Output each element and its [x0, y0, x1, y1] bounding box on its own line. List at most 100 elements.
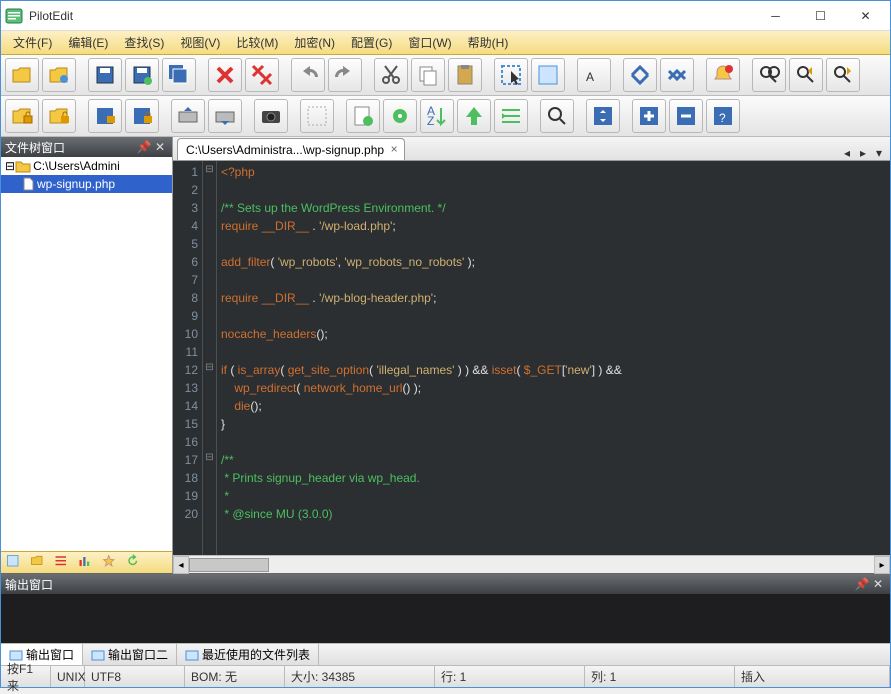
open-folder-button[interactable] — [42, 58, 76, 92]
code-line[interactable] — [221, 343, 886, 361]
search-button[interactable] — [540, 99, 574, 133]
fold-marker[interactable]: ⊟ — [203, 161, 216, 179]
tree-root[interactable]: ⊟ C:\Users\Admini — [1, 157, 172, 175]
lock-open-button[interactable] — [5, 99, 39, 133]
undo-button[interactable] — [291, 58, 325, 92]
find-button[interactable] — [752, 58, 786, 92]
v-expand-button[interactable] — [586, 99, 620, 133]
delete-button[interactable] — [208, 58, 242, 92]
code-line[interactable]: } — [221, 415, 886, 433]
tab-prev-icon[interactable]: ◂ — [840, 146, 854, 160]
doc-gear-button[interactable] — [346, 99, 380, 133]
expand-button[interactable] — [623, 58, 657, 92]
scroll-left-icon[interactable]: ◂ — [173, 556, 189, 574]
fold-marker[interactable]: ⊟ — [203, 449, 216, 467]
gear-button[interactable] — [383, 99, 417, 133]
tab-close-icon[interactable]: × — [388, 143, 400, 155]
select-button[interactable] — [494, 58, 528, 92]
code-line[interactable] — [221, 181, 886, 199]
menu-item-7[interactable]: 窗口(W) — [400, 31, 459, 54]
code-line[interactable]: <?php — [221, 163, 886, 181]
menu-item-5[interactable]: 加密(N) — [286, 31, 343, 54]
server-save-button[interactable] — [125, 99, 159, 133]
tree-file[interactable]: wp-signup.php — [1, 175, 172, 193]
horizontal-scrollbar[interactable]: ◂ ▸ — [173, 555, 890, 573]
code-line[interactable] — [221, 235, 886, 253]
server-sync-button[interactable] — [171, 99, 205, 133]
menu-item-3[interactable]: 视图(V) — [172, 31, 228, 54]
code-line[interactable]: die(); — [221, 397, 886, 415]
fold-marker[interactable]: ⊟ — [203, 359, 216, 377]
save-button[interactable] — [88, 58, 122, 92]
copy-button[interactable] — [411, 58, 445, 92]
find-prev-button[interactable] — [789, 58, 823, 92]
bottom-tab-1[interactable]: 输出窗口二 — [83, 644, 177, 666]
code-content[interactable]: <?php /** Sets up the WordPress Environm… — [217, 161, 890, 555]
menu-item-4[interactable]: 比较(M) — [228, 31, 286, 54]
close-button[interactable]: ✕ — [843, 2, 888, 30]
paste-button[interactable] — [448, 58, 482, 92]
code-line[interactable]: require __DIR__ . '/wp-blog-header.php'; — [221, 289, 886, 307]
code-line[interactable] — [221, 307, 886, 325]
sort-az-button[interactable]: AZ — [420, 99, 454, 133]
chart-button[interactable] — [77, 554, 97, 572]
code-line[interactable] — [221, 271, 886, 289]
up-button[interactable] — [457, 99, 491, 133]
collapse-button[interactable] — [660, 58, 694, 92]
tab-menu-icon[interactable]: ▾ — [872, 146, 886, 160]
menu-item-0[interactable]: 文件(F) — [5, 31, 60, 54]
output-pin-icon[interactable]: 📌 — [854, 576, 870, 592]
code-line[interactable]: * @since MU (3.0.0) — [221, 505, 886, 523]
code-line[interactable]: * — [221, 487, 886, 505]
bottom-tab-2[interactable]: 最近使用的文件列表 — [177, 644, 319, 666]
output-body[interactable] — [1, 594, 890, 643]
tool1-button[interactable] — [300, 99, 334, 133]
code-line[interactable] — [221, 433, 886, 451]
file-tree[interactable]: ⊟ C:\Users\Admini wp-signup.php — [1, 157, 172, 551]
code-line[interactable]: /** Sets up the WordPress Environment. *… — [221, 199, 886, 217]
cut-button[interactable] — [374, 58, 408, 92]
font-button[interactable]: A — [577, 58, 611, 92]
save-all-button[interactable] — [162, 58, 196, 92]
folder-view-button[interactable] — [29, 554, 49, 572]
server-sync2-button[interactable] — [208, 99, 242, 133]
maximize-button[interactable]: ☐ — [798, 2, 843, 30]
menu-item-6[interactable]: 配置(G) — [343, 31, 400, 54]
code-line[interactable]: wp_redirect( network_home_url() ); — [221, 379, 886, 397]
panel-close-icon[interactable]: ✕ — [152, 139, 168, 155]
alert-button[interactable] — [706, 58, 740, 92]
lock-save-button[interactable] — [42, 99, 76, 133]
star-button[interactable] — [101, 554, 121, 572]
indent-button[interactable] — [494, 99, 528, 133]
fold-gutter[interactable]: ⊟ ⊟ ⊟ — [203, 161, 217, 555]
code-line[interactable]: if ( is_array( get_site_option( 'illegal… — [221, 361, 886, 379]
panel-pin-icon[interactable]: 📌 — [136, 139, 152, 155]
code-line[interactable]: /** — [221, 451, 886, 469]
menu-item-8[interactable]: 帮助(H) — [460, 31, 517, 54]
tab-next-icon[interactable]: ▸ — [856, 146, 870, 160]
help-button[interactable]: ? — [706, 99, 740, 133]
camera-button[interactable] — [254, 99, 288, 133]
code-line[interactable]: * Prints signup_header via wp_head. — [221, 469, 886, 487]
server-open-button[interactable] — [88, 99, 122, 133]
scroll-right-icon[interactable]: ▸ — [874, 556, 890, 574]
minus-button[interactable] — [669, 99, 703, 133]
code-line[interactable]: add_filter( 'wp_robots', 'wp_robots_no_r… — [221, 253, 886, 271]
output-close-icon[interactable]: ✕ — [870, 576, 886, 592]
find-next-button[interactable] — [826, 58, 860, 92]
scroll-thumb[interactable] — [189, 558, 269, 572]
select-all-button[interactable] — [531, 58, 565, 92]
plus-button[interactable] — [632, 99, 666, 133]
code-line[interactable]: nocache_headers(); — [221, 325, 886, 343]
refresh-button[interactable] — [125, 554, 145, 572]
save-as-button[interactable] — [125, 58, 159, 92]
code-editor[interactable]: 1234567891011121314151617181920 ⊟⊟⊟ <?ph… — [173, 161, 890, 555]
document-tab[interactable]: C:\Users\Administra...\wp-signup.php × — [177, 138, 405, 160]
delete-all-button[interactable] — [245, 58, 279, 92]
tree-mode-button[interactable] — [5, 554, 25, 572]
code-line[interactable]: require __DIR__ . '/wp-load.php'; — [221, 217, 886, 235]
menu-item-2[interactable]: 查找(S) — [116, 31, 172, 54]
open-button[interactable] — [5, 58, 39, 92]
minimize-button[interactable]: ─ — [753, 2, 798, 30]
list-view-button[interactable] — [53, 554, 73, 572]
